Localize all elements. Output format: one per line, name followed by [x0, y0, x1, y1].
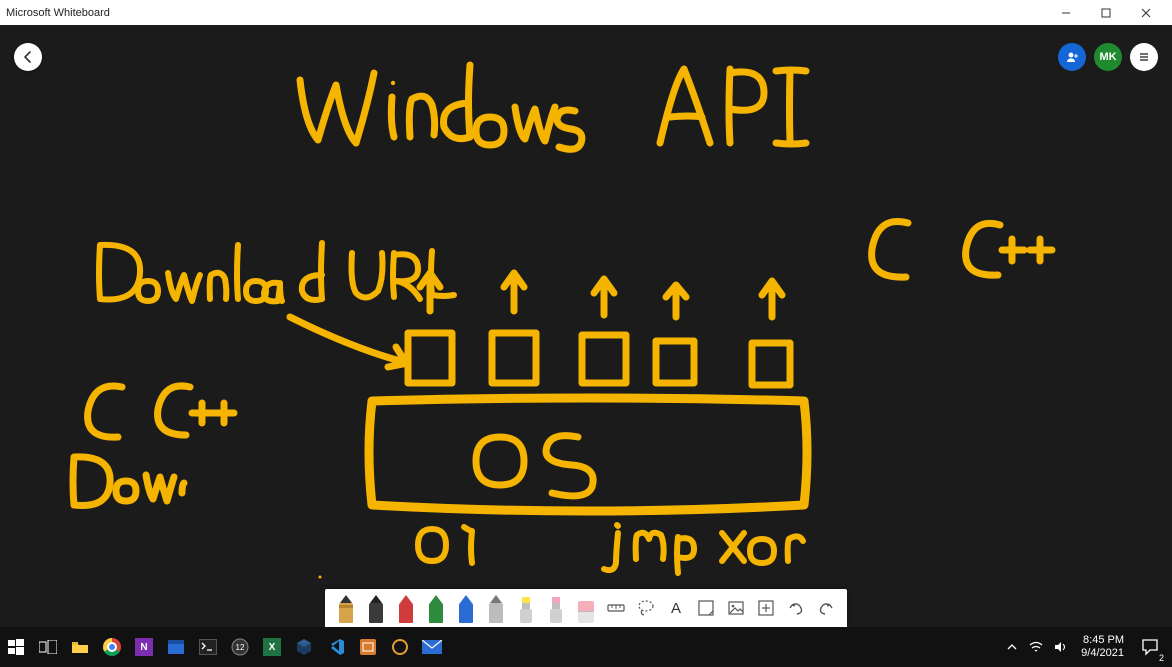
ink-title [300, 65, 806, 149]
redo-icon [817, 599, 835, 617]
taskbar-app-circle[interactable] [384, 627, 416, 667]
windows-taskbar: N 12 X 8:45 PM 9/4/2021 2 [0, 627, 1172, 667]
pen-tool-5[interactable] [451, 591, 481, 625]
ink-right-langs [872, 221, 1052, 277]
pen-toolbar: A [325, 589, 847, 627]
whiteboard-canvas[interactable] [0, 25, 1172, 627]
lasso-icon [636, 598, 656, 618]
ruler-icon [606, 598, 626, 618]
ink-opcodes [418, 525, 803, 573]
ruler-tool[interactable] [601, 591, 631, 625]
image-tool[interactable] [721, 591, 751, 625]
taskbar-app-orange[interactable] [352, 627, 384, 667]
wifi-icon [1029, 641, 1043, 653]
chevron-up-icon [1007, 642, 1017, 652]
text-tool[interactable]: A [661, 591, 691, 625]
pen-tool-2[interactable] [361, 591, 391, 625]
ink-left-langs [73, 386, 234, 506]
taskbar-terminal[interactable] [192, 627, 224, 667]
tray-overflow[interactable] [1003, 627, 1021, 667]
taskbar-app-badge[interactable]: 12 [224, 627, 256, 667]
ink-dot [319, 576, 322, 579]
close-button[interactable] [1126, 0, 1166, 25]
note-tool[interactable] [691, 591, 721, 625]
action-center[interactable]: 2 [1136, 627, 1164, 667]
speaker-icon [1053, 640, 1067, 654]
app-icon: 12 [230, 637, 250, 657]
pen-tool-1[interactable] [331, 591, 361, 625]
pen-tool-3[interactable] [391, 591, 421, 625]
image-icon [727, 599, 745, 617]
ink-download-url [99, 243, 454, 301]
notification-badge: 2 [1159, 653, 1164, 663]
highlighter-yellow[interactable] [511, 591, 541, 625]
window-titlebar: Microsoft Whiteboard [0, 0, 1172, 25]
redo-button[interactable] [811, 591, 841, 625]
plus-square-icon [757, 599, 775, 617]
vscode-icon [326, 637, 346, 657]
calendar-icon [166, 637, 186, 657]
taskbar-clock[interactable]: 8:45 PM 9/4/2021 [1075, 634, 1130, 659]
notification-icon [1141, 638, 1159, 656]
task-view-icon [38, 637, 58, 657]
task-view-button[interactable] [32, 627, 64, 667]
maximize-button[interactable] [1086, 0, 1126, 25]
taskbar-chrome[interactable] [96, 627, 128, 667]
taskbar-explorer[interactable] [64, 627, 96, 667]
square-icon [358, 637, 378, 657]
pen-tool-4[interactable] [421, 591, 451, 625]
pen-tool-6[interactable] [481, 591, 511, 625]
window-title: Microsoft Whiteboard [6, 7, 110, 19]
minimize-button[interactable] [1046, 0, 1086, 25]
folder-icon [70, 637, 90, 657]
clock-time: 8:45 PM [1081, 634, 1124, 647]
add-tool[interactable] [751, 591, 781, 625]
taskbar-vscode[interactable] [320, 627, 352, 667]
taskbar-excel[interactable]: X [256, 627, 288, 667]
terminal-icon [199, 639, 217, 655]
lasso-tool[interactable] [631, 591, 661, 625]
ink-os-label [476, 436, 593, 496]
whiteboard-app: MK [0, 25, 1172, 627]
eraser-tool[interactable] [571, 591, 601, 625]
start-button[interactable] [0, 627, 32, 667]
taskbar-virtualbox[interactable] [288, 627, 320, 667]
ink-api-boxes [408, 273, 790, 385]
svg-text:12: 12 [236, 643, 245, 652]
circle-icon [390, 637, 410, 657]
taskbar-onenote[interactable]: N [128, 627, 160, 667]
chrome-icon [103, 638, 121, 656]
ink-arrow-download [290, 317, 408, 367]
tray-network[interactable] [1027, 627, 1045, 667]
tray-sound[interactable] [1051, 627, 1069, 667]
cube-icon [294, 637, 314, 657]
onenote-icon: N [135, 638, 153, 656]
note-icon [697, 599, 715, 617]
taskbar-mail[interactable] [416, 627, 448, 667]
mail-icon [422, 637, 442, 657]
clock-date: 9/4/2021 [1081, 647, 1124, 660]
undo-button[interactable] [781, 591, 811, 625]
undo-icon [787, 599, 805, 617]
text-icon: A [671, 600, 681, 617]
taskbar-app-1[interactable] [160, 627, 192, 667]
windows-icon [6, 637, 26, 657]
excel-icon: X [263, 638, 281, 656]
highlighter-pink[interactable] [541, 591, 571, 625]
